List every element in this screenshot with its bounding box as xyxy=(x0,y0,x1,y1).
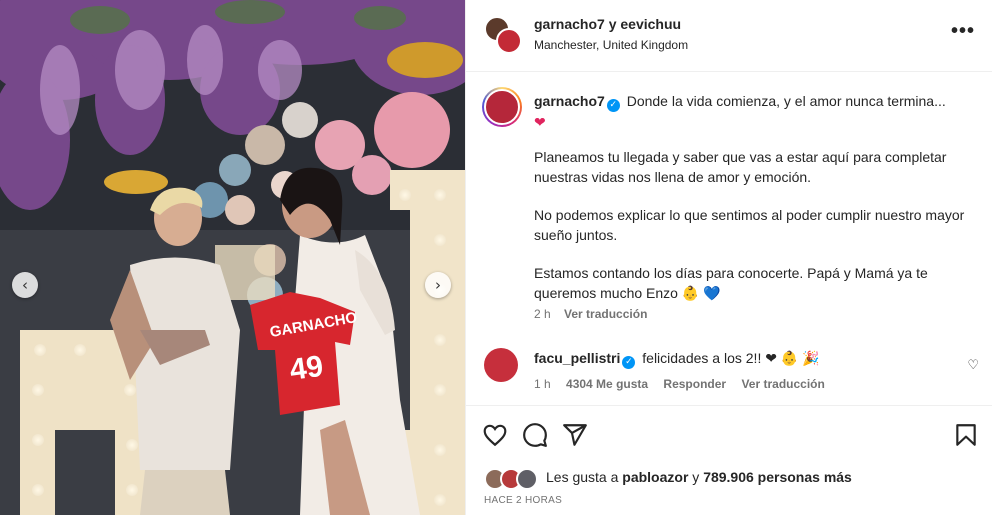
likes-connector: y xyxy=(692,469,700,485)
caption-line-1: Donde la vida comienza, y el amor nunca … xyxy=(626,93,946,109)
location-link[interactable]: Manchester, United Kingdom xyxy=(534,38,688,52)
post-timestamp[interactable]: HACE 2 HORAS xyxy=(484,495,562,506)
post-actions: Les gusta a pabloazor y 789.906 personas… xyxy=(466,405,992,515)
liker-avatars[interactable] xyxy=(484,468,542,490)
caption-meta: 2 h Ver traducción xyxy=(534,307,657,321)
caption-username[interactable]: garnacho7 xyxy=(534,93,605,109)
comment-text: facu_pellistri ✓ felicidades a los 2!! ❤ … xyxy=(534,350,820,369)
comment-emojis: ❤ 👶 🎉 xyxy=(765,350,820,366)
reply-button[interactable]: Responder xyxy=(663,377,726,391)
caption-timestamp[interactable]: 2 h xyxy=(534,307,551,321)
avatar xyxy=(484,89,520,125)
caption-paragraph: No podemos explicar lo que sentimos al p… xyxy=(534,207,965,243)
comment-like-heart-icon[interactable]: ♡ xyxy=(967,358,979,373)
caption-paragraph: Estamos contando los días para conocerte… xyxy=(534,265,928,301)
likes-count[interactable]: 789.906 personas más xyxy=(703,469,852,485)
authors-connector: y xyxy=(608,16,617,32)
more-options-icon[interactable]: ••• xyxy=(951,21,975,41)
heart-outline-icon[interactable] xyxy=(482,422,508,448)
caption-text: garnacho7 ✓ Donde la vida comienza, y el … xyxy=(534,91,974,322)
verified-badge-icon: ✓ xyxy=(622,356,636,369)
author-link[interactable]: garnacho7 xyxy=(534,16,605,32)
collab-avatars[interactable] xyxy=(484,16,522,54)
comment-username[interactable]: facu_pellistri xyxy=(534,350,620,366)
post-details-panel: garnacho7 y eevichuu Manchester, United … xyxy=(465,0,992,515)
liker-username[interactable]: pabloazor xyxy=(622,469,688,485)
baby-emoji: 👶 xyxy=(681,285,700,301)
comment-icon[interactable] xyxy=(522,422,548,448)
caption-paragraph: Planeamos tu llegada y saber que vas a e… xyxy=(534,149,947,185)
previous-photo-button[interactable]: ‹ xyxy=(12,272,38,298)
likes-prefix: Les gusta a xyxy=(546,469,619,485)
red-heart-emoji: ❤ xyxy=(534,115,546,131)
comment-body: felicidades a los 2!! xyxy=(642,350,762,366)
share-icon[interactable] xyxy=(562,422,588,448)
post-photo[interactable]: GARNACHO 49 ‹ › xyxy=(0,0,465,515)
post-header: garnacho7 y eevichuu Manchester, United … xyxy=(466,0,992,72)
blue-heart-emoji: 💙 xyxy=(703,286,721,302)
verified-badge-icon: ✓ xyxy=(606,99,620,112)
photo-scene: GARNACHO 49 xyxy=(0,0,465,515)
coauthor-link[interactable]: eevichuu xyxy=(620,16,681,32)
next-photo-button[interactable]: › xyxy=(425,272,451,298)
comment-translate-link[interactable]: Ver traducción xyxy=(741,377,824,391)
comment-item: facu_pellistri ✓ felicidades a los 2!! ❤ … xyxy=(466,334,992,404)
bookmark-icon[interactable] xyxy=(953,422,979,448)
author-story-avatar[interactable] xyxy=(482,87,522,127)
caption-translate-link[interactable]: Ver traducción xyxy=(564,307,647,321)
comment-meta: 1 h 4304 Me gusta Responder Ver traducci… xyxy=(534,377,837,391)
avatar xyxy=(496,28,522,54)
caption-block: garnacho7 ✓ Donde la vida comienza, y el … xyxy=(466,72,992,334)
jersey-number: 49 xyxy=(288,350,326,387)
post-authors: garnacho7 y eevichuu xyxy=(534,16,681,32)
comment-likes-count[interactable]: 4304 Me gusta xyxy=(566,377,648,391)
comment-timestamp[interactable]: 1 h xyxy=(534,377,551,391)
avatar[interactable] xyxy=(484,348,518,382)
